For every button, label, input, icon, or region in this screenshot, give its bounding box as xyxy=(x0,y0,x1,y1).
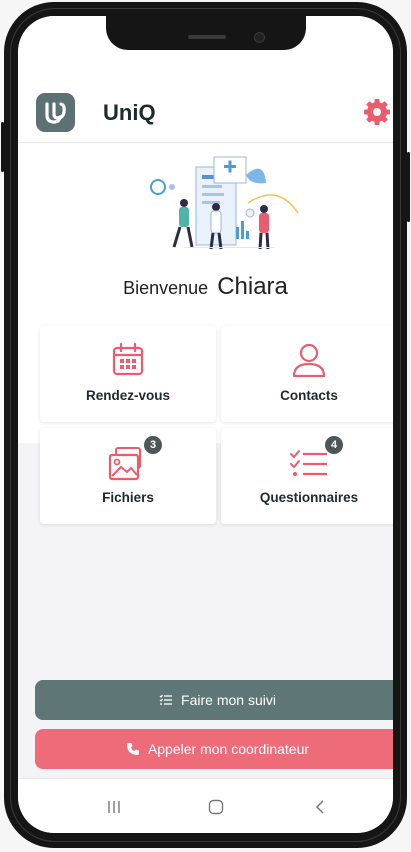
recent-apps-icon[interactable] xyxy=(100,793,128,821)
speaker xyxy=(188,35,226,39)
welcome-message: Bienvenue Chiara xyxy=(18,273,393,301)
faire-mon-suivi-button[interactable]: Faire mon suivi xyxy=(35,680,393,720)
follow-label: Faire mon suivi xyxy=(181,692,276,708)
tile-questionnaires[interactable]: 4 Questionnaires xyxy=(221,428,393,524)
tile-label: Rendez-vous xyxy=(85,388,170,403)
back-icon[interactable] xyxy=(306,793,334,821)
phone-icon xyxy=(126,742,140,756)
logo-icon xyxy=(44,101,66,124)
power-button xyxy=(407,152,410,222)
tile-rendez-vous[interactable]: Rendez-vous xyxy=(40,326,216,422)
tile-label: Questionnaires xyxy=(259,490,359,505)
tile-label: Fichiers xyxy=(102,490,154,505)
call-label: Appeler mon coordinateur xyxy=(147,741,310,757)
tile-contacts[interactable]: Contacts xyxy=(221,326,393,422)
user-name: Chiara xyxy=(217,273,288,300)
healthcare-illustration xyxy=(118,143,318,267)
tile-fichiers[interactable]: 3 Fichiers xyxy=(40,428,216,524)
user-icon xyxy=(221,340,393,382)
files-count-badge: 3 xyxy=(144,436,162,454)
home-icon[interactable] xyxy=(202,793,230,821)
app-logo xyxy=(36,93,75,132)
tile-label: Contacts xyxy=(280,388,338,403)
gear-icon[interactable] xyxy=(361,96,393,128)
files-icon xyxy=(40,442,216,484)
android-navbar xyxy=(18,778,393,833)
app-title: UniQ xyxy=(103,100,156,125)
questionnaires-count-badge: 4 xyxy=(325,436,343,454)
phone-screen: UniQ Bienvenue Chiara Rendez-vous Contac… xyxy=(18,16,393,833)
front-camera xyxy=(254,32,265,43)
volume-button xyxy=(1,122,4,172)
greeting-text: Bienvenue xyxy=(123,278,209,298)
calendar-icon xyxy=(40,340,216,382)
notch xyxy=(106,16,306,50)
checklist-icon xyxy=(221,442,393,484)
list-icon xyxy=(159,694,173,706)
appeler-coordinateur-button[interactable]: Appeler mon coordinateur xyxy=(35,729,393,769)
phone-frame: UniQ Bienvenue Chiara Rendez-vous Contac… xyxy=(1,2,410,848)
